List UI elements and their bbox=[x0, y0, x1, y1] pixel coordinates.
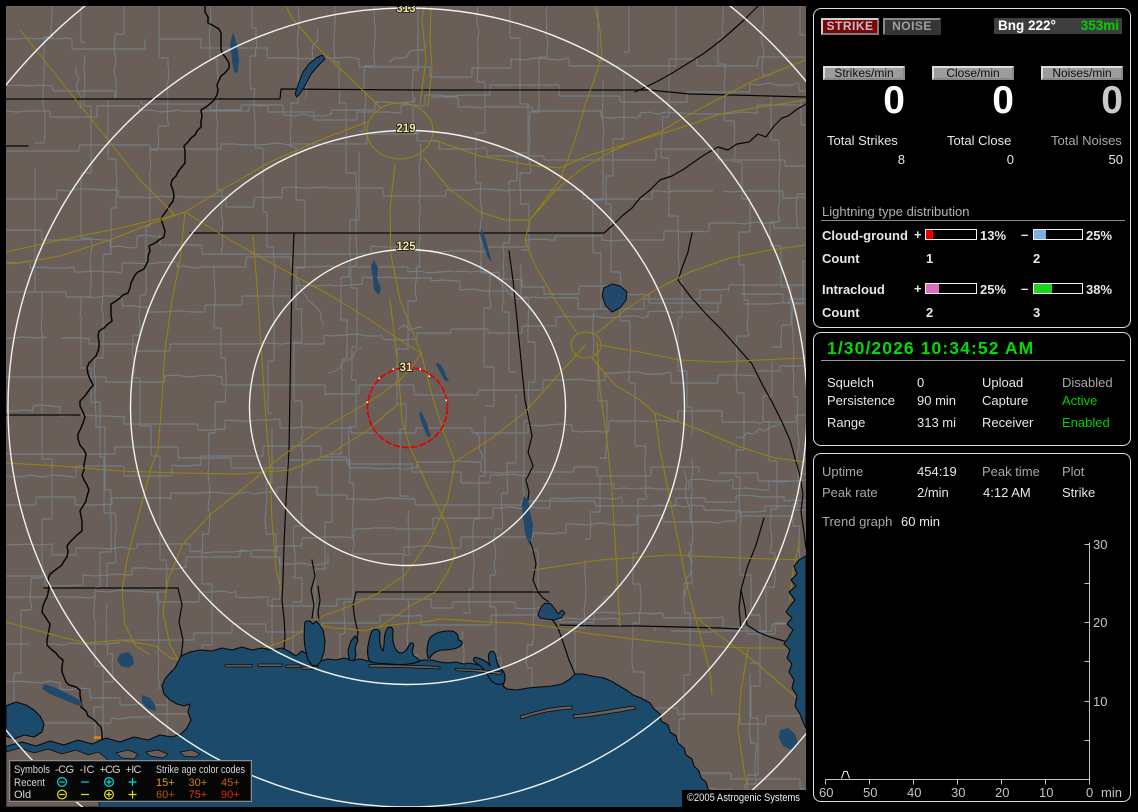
svg-text:min: min bbox=[1101, 785, 1122, 800]
svg-text:50: 50 bbox=[863, 785, 877, 800]
svg-text:Recent: Recent bbox=[14, 777, 45, 789]
svg-text:313: 313 bbox=[396, 6, 415, 15]
svg-text:+IC: +IC bbox=[126, 764, 142, 776]
svg-text:-CG: -CG bbox=[55, 764, 74, 776]
svg-text:45+: 45+ bbox=[221, 777, 240, 789]
svg-text:31: 31 bbox=[400, 362, 413, 374]
svg-text:10: 10 bbox=[1039, 785, 1053, 800]
svg-text:Old: Old bbox=[14, 789, 31, 801]
svg-text:20: 20 bbox=[995, 785, 1009, 800]
svg-text:Symbols: Symbols bbox=[14, 764, 50, 776]
svg-text:60: 60 bbox=[819, 785, 833, 800]
svg-text:30: 30 bbox=[951, 785, 965, 800]
svg-text:0: 0 bbox=[1086, 785, 1093, 800]
svg-text:©2005 Astrogenic Systems: ©2005 Astrogenic Systems bbox=[687, 792, 800, 804]
svg-text:40: 40 bbox=[907, 785, 921, 800]
svg-text:15+: 15+ bbox=[156, 777, 175, 789]
svg-text:219: 219 bbox=[396, 123, 415, 135]
svg-text:75+: 75+ bbox=[189, 789, 208, 801]
svg-text:10: 10 bbox=[1093, 694, 1107, 709]
svg-text:90+: 90+ bbox=[221, 789, 240, 801]
svg-text:30: 30 bbox=[1093, 537, 1107, 552]
svg-text:+CG: +CG bbox=[100, 764, 121, 776]
svg-text:30+: 30+ bbox=[189, 777, 208, 789]
svg-text:60+: 60+ bbox=[156, 789, 175, 801]
svg-text:-IC: -IC bbox=[80, 764, 95, 776]
svg-text:20: 20 bbox=[1093, 615, 1107, 630]
svg-text:Strike age color codes: Strike age color codes bbox=[156, 764, 245, 776]
svg-text:125: 125 bbox=[396, 241, 416, 253]
